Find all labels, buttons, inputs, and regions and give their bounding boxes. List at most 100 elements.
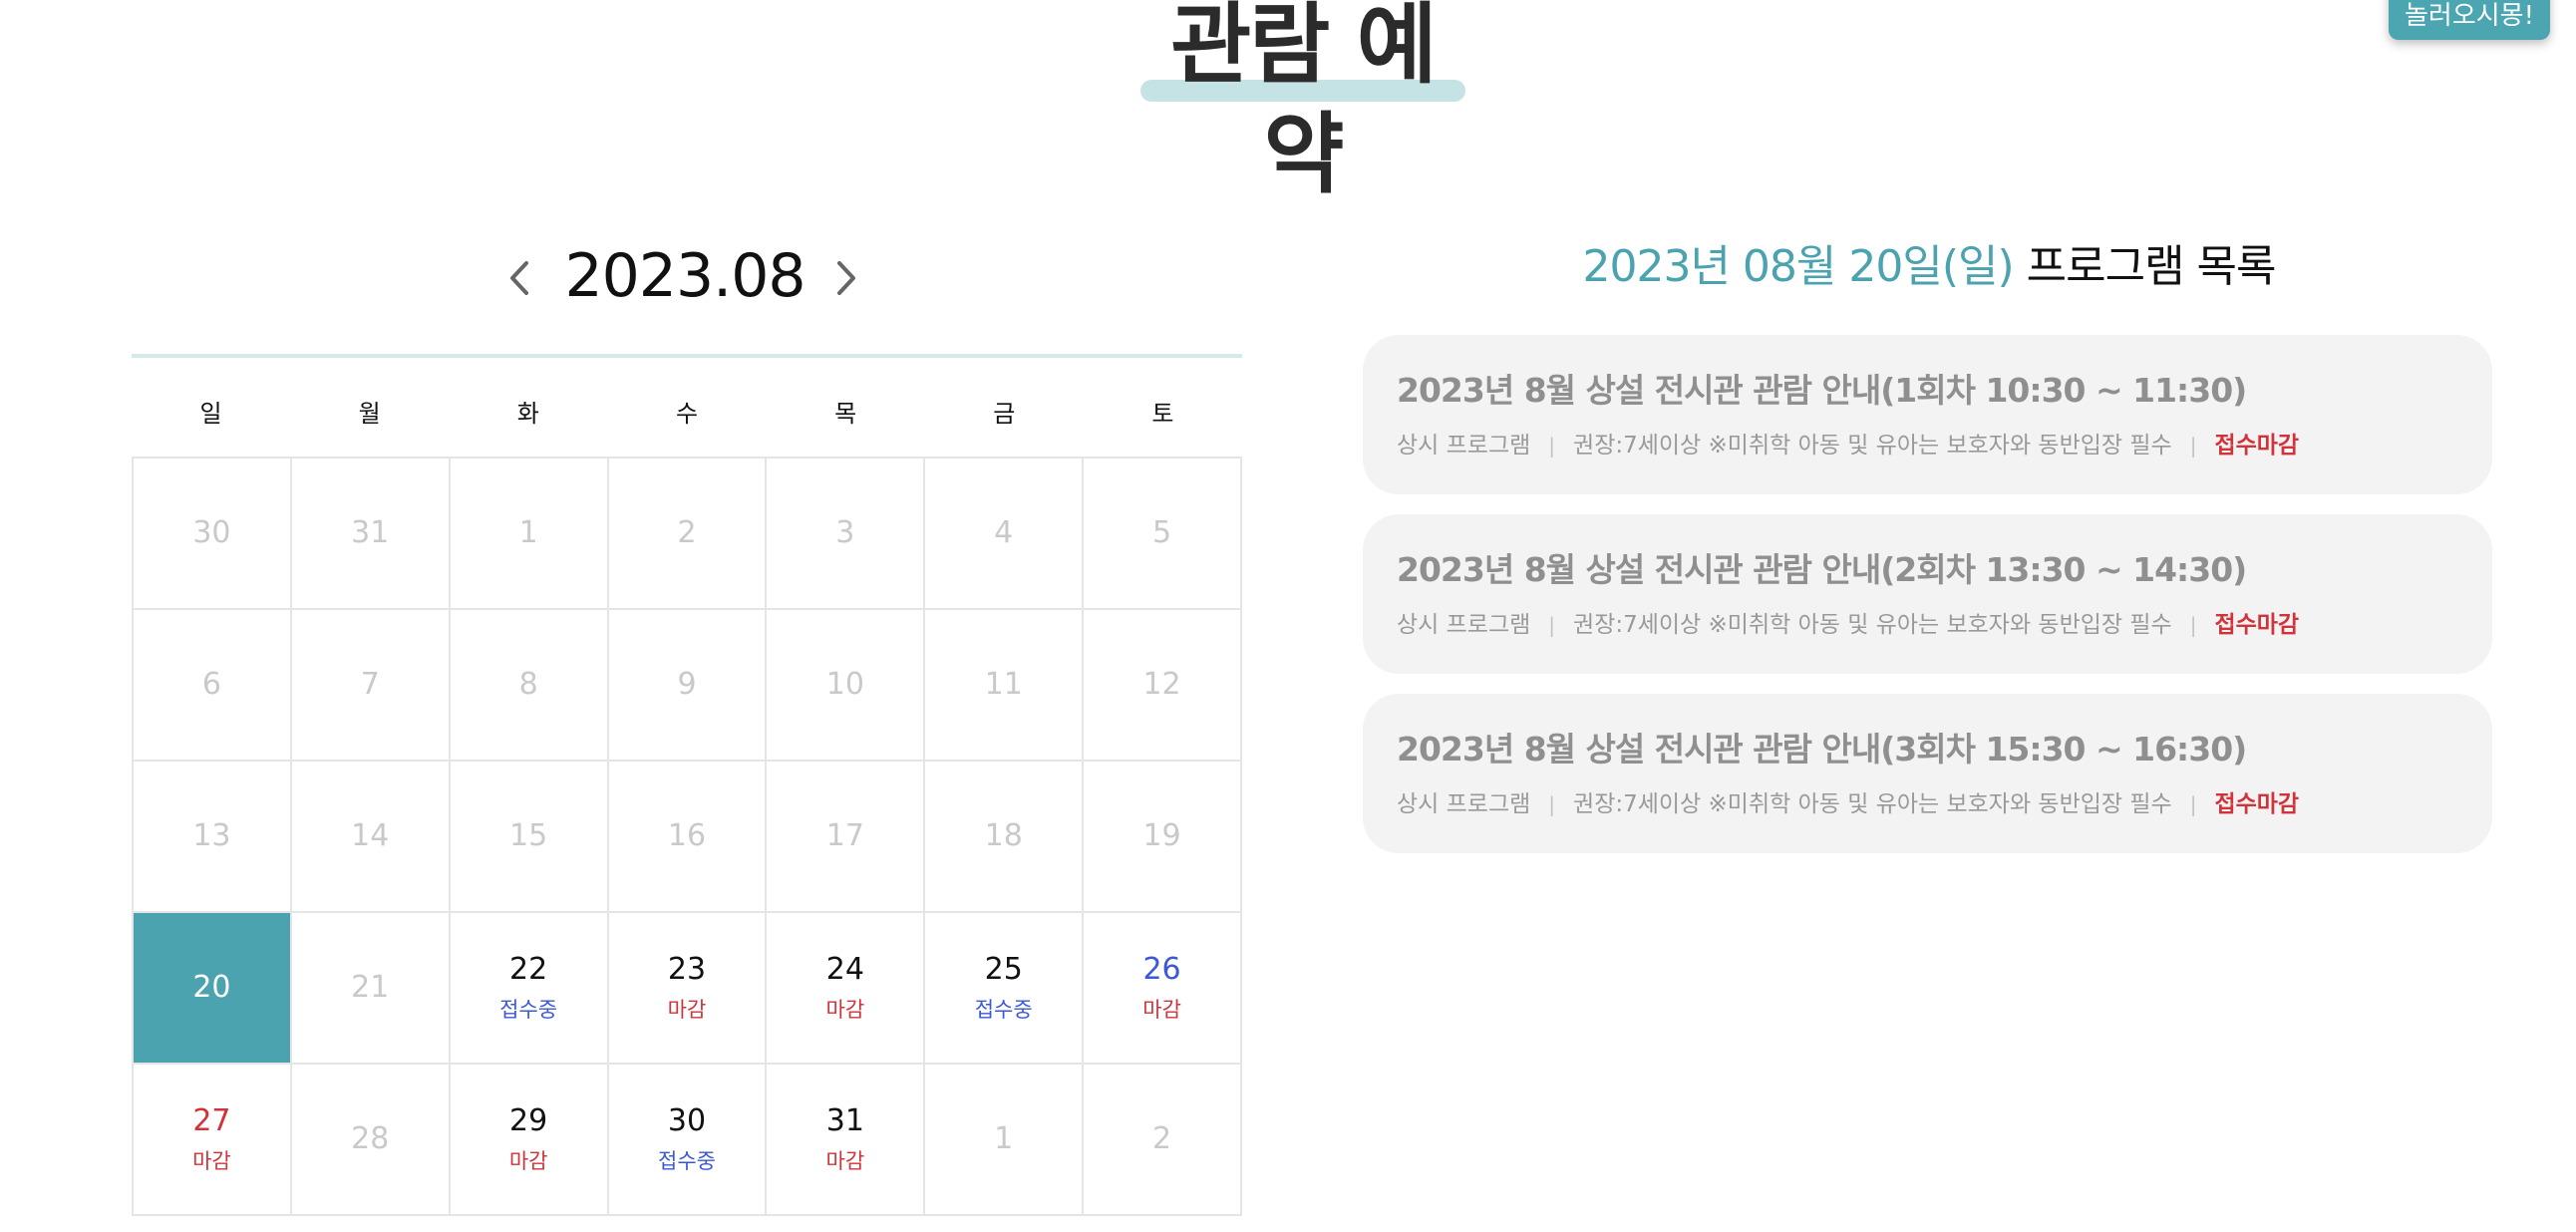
program-card[interactable]: 2023년 8월 상설 전시관 관람 안내(3회차 15:30 ~ 16:30)…	[1363, 694, 2492, 853]
calendar-day-status: 마감	[825, 1149, 865, 1173]
program-status-badge: 접수마감	[2214, 791, 2300, 817]
program-status-badge: 접수마감	[2214, 612, 2300, 638]
calendar-day-number: 4	[994, 515, 1014, 550]
program-title: 2023년 8월 상설 전시관 관람 안내(1회차 10:30 ~ 11:30)	[1397, 371, 2247, 410]
calendar-day: 11	[925, 610, 1085, 762]
calendar-day: 5	[1084, 459, 1242, 610]
calendar-day: 4	[925, 459, 1085, 610]
meta-separator: |	[2189, 613, 2197, 637]
calendar-day-number: 25	[984, 952, 1023, 987]
calendar-day-number: 7	[360, 667, 380, 702]
calendar-day: 7	[291, 610, 451, 762]
calendar-day-status: 마감	[192, 1149, 231, 1173]
program-age: 권장:7세이상 ※미취학 아동 및 유아는 보호자와 동반입장 필수	[1573, 791, 2172, 817]
calendar-day: 30	[134, 459, 292, 610]
meta-separator: |	[2189, 434, 2197, 458]
program-category: 상시 프로그램	[1397, 791, 1531, 817]
program-category: 상시 프로그램	[1397, 612, 1531, 638]
program-meta: 상시 프로그램 | 권장:7세이상 ※미취학 아동 및 유아는 보호자와 동반입장 …	[1397, 787, 2299, 821]
calendar-day-number: 20	[192, 970, 231, 1005]
program-list-title: 프로그램 목록	[2026, 241, 2277, 292]
weekday-thu: 목	[834, 400, 857, 428]
calendar-day-number: 12	[1142, 667, 1181, 702]
program-title: 2023년 8월 상설 전시관 관람 안내(2회차 13:30 ~ 14:30)	[1397, 550, 2247, 589]
program-list-heading: 2023년 08월 20일(일) 프로그램 목록	[1366, 231, 2492, 303]
calendar-day-number: 9	[677, 667, 697, 702]
calendar-day-status: 접수중	[658, 1149, 716, 1173]
floating-promo-button[interactable]: 놀러오시몽!	[2389, 0, 2550, 40]
calendar-day-selected[interactable]: 20	[134, 913, 292, 1065]
program-selected-date: 2023년 08월 20일(일)	[1582, 241, 2014, 292]
calendar-day-number: 5	[1152, 515, 1172, 550]
calendar-day-number: 6	[201, 667, 221, 702]
calendar-day: 28	[291, 1065, 451, 1216]
program-card[interactable]: 2023년 8월 상설 전시관 관람 안내(2회차 13:30 ~ 14:30)…	[1363, 514, 2492, 674]
weekday-mon: 월	[358, 400, 381, 428]
calendar-day-status: 마감	[825, 998, 865, 1022]
calendar-day: 18	[925, 762, 1085, 913]
weekday-sat: 토	[1151, 400, 1174, 428]
calendar-day-number: 29	[509, 1103, 548, 1138]
calendar-day-status: 마감	[1142, 998, 1181, 1022]
calendar-day[interactable]: 31 마감	[767, 1065, 926, 1216]
prev-month-button[interactable]	[496, 253, 546, 303]
calendar-day[interactable]: 27 마감	[134, 1065, 292, 1216]
calendar-day-number: 14	[351, 818, 390, 853]
calendar-day-number: 10	[825, 667, 864, 702]
calendar-day-number: 2	[1152, 1121, 1172, 1156]
calendar-day-number: 31	[351, 515, 390, 550]
calendar-day-status: 마감	[667, 998, 707, 1022]
calendar-day[interactable]: 25 접수중	[925, 913, 1085, 1065]
calendar-day-number: 17	[825, 818, 864, 853]
calendar-divider	[132, 354, 1242, 358]
calendar-day-number: 19	[1142, 818, 1181, 853]
calendar-day[interactable]: 29 마감	[450, 1065, 609, 1216]
calendar-day-number: 15	[509, 818, 548, 853]
program-card[interactable]: 2023년 8월 상설 전시관 관람 안내(1회차 10:30 ~ 11:30)…	[1363, 335, 2492, 494]
calendar-day-number: 18	[984, 818, 1023, 853]
calendar-day: 10	[767, 610, 926, 762]
calendar-day-number: 1	[518, 515, 538, 550]
program-category: 상시 프로그램	[1397, 433, 1531, 459]
calendar-day: 9	[608, 610, 768, 762]
calendar-day[interactable]: 24 마감	[767, 913, 926, 1065]
calendar-day-status: 마감	[508, 1149, 548, 1173]
calendar-day: 17	[767, 762, 926, 913]
program-status-badge: 접수마감	[2214, 433, 2300, 459]
meta-separator: |	[2189, 792, 2197, 816]
calendar-day-number: 22	[509, 952, 548, 987]
calendar-day-number: 11	[984, 667, 1023, 702]
meta-separator: |	[1548, 434, 1556, 458]
calendar-day: 12	[1084, 610, 1242, 762]
calendar-day[interactable]: 26 마감	[1084, 913, 1242, 1065]
calendar-day-number: 23	[667, 952, 707, 987]
program-title: 2023년 8월 상설 전시관 관람 안내(3회차 15:30 ~ 16:30)	[1397, 730, 2247, 769]
calendar-day-number: 2	[677, 515, 697, 550]
meta-separator: |	[1548, 613, 1556, 637]
calendar-day: 1	[450, 459, 609, 610]
calendar-day-status: 접수중	[974, 998, 1033, 1022]
weekday-wed: 수	[675, 400, 699, 428]
next-month-button[interactable]	[819, 253, 869, 303]
calendar-month-label: 2023.08	[564, 241, 805, 311]
weekday-tue: 화	[516, 400, 539, 428]
calendar-day-number: 3	[835, 515, 855, 550]
chevron-left-icon	[510, 261, 528, 295]
calendar-day-number: 27	[192, 1103, 231, 1138]
calendar-day-number: 16	[667, 818, 707, 853]
program-age: 권장:7세이상 ※미취학 아동 및 유아는 보호자와 동반입장 필수	[1573, 612, 2172, 638]
page-title: 관람 예약	[1170, 0, 1438, 205]
calendar-day-status: 접수중	[499, 998, 558, 1022]
calendar-header: 2023.08	[132, 231, 1242, 321]
calendar-day: 16	[608, 762, 768, 913]
calendar-day-number: 28	[351, 1121, 390, 1156]
weekday-sun: 일	[199, 400, 222, 428]
calendar-day[interactable]: 22 접수중	[450, 913, 609, 1065]
calendar-day[interactable]: 30 접수중	[608, 1065, 768, 1216]
calendar-day: 3	[767, 459, 926, 610]
calendar-day: 19	[1084, 762, 1242, 913]
calendar-day: 2	[1084, 1065, 1242, 1216]
calendar-day-number: 8	[518, 667, 538, 702]
calendar-day[interactable]: 23 마감	[608, 913, 768, 1065]
chevron-right-icon	[837, 261, 855, 295]
